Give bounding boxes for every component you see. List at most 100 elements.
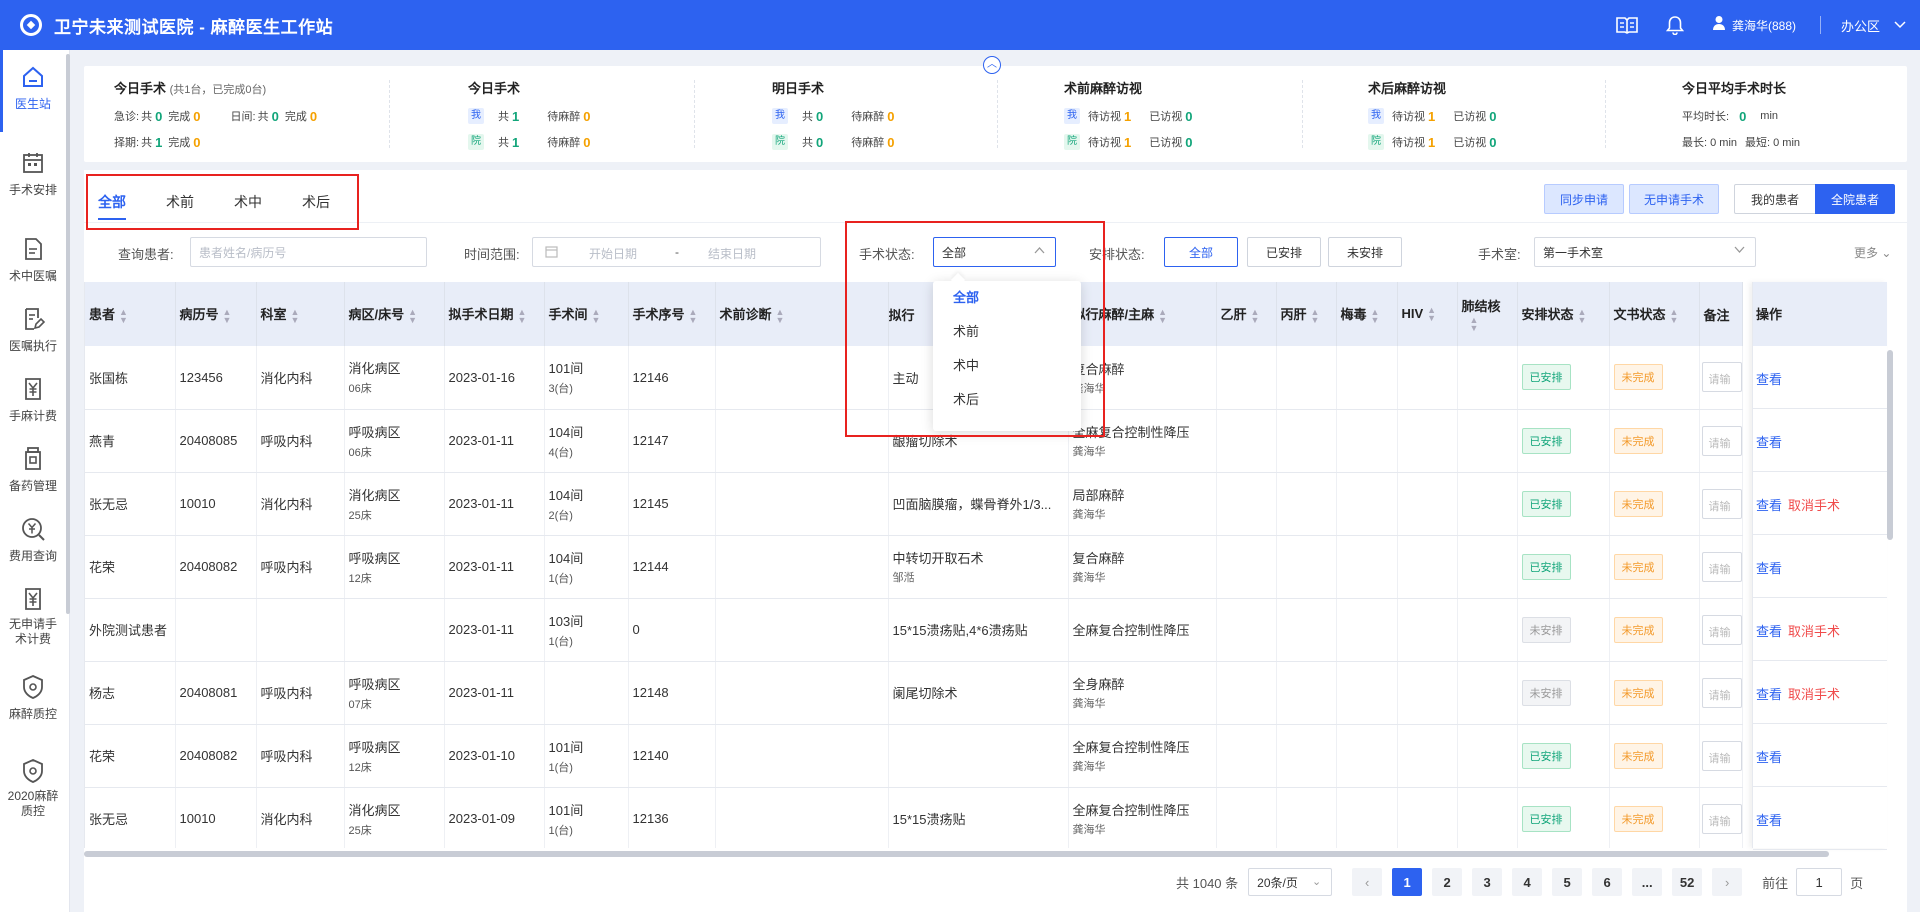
- dropdown-option-preop[interactable]: 术前: [933, 315, 1081, 349]
- remark-input[interactable]: 请输: [1701, 740, 1741, 771]
- cancel-surgery-link[interactable]: 取消手术: [1788, 624, 1840, 639]
- table-row[interactable]: 花荣 20408082 呼吸内科 呼吸病区 12床 2023-01-11 104间 1(台) 1…: [85, 535, 1743, 599]
- surgery-status-select[interactable]: 全部: [933, 237, 1056, 267]
- dropdown-option-intraop[interactable]: 术中: [933, 349, 1081, 383]
- view-link[interactable]: 查看: [1756, 435, 1782, 450]
- col-operation: 操作: [1753, 282, 1887, 346]
- col-hiv[interactable]: HIV ▲ ▼: [1397, 282, 1458, 346]
- start-date-input[interactable]: 开始日期: [589, 245, 637, 262]
- page-button[interactable]: 1: [1392, 868, 1423, 896]
- arrange-all-button[interactable]: 全部: [1164, 237, 1238, 267]
- date-range-picker[interactable]: 开始日期 - 结束日期: [532, 237, 821, 267]
- user-icon: [1712, 15, 1726, 35]
- table-row[interactable]: 杨志 20408081 呼吸内科 呼吸病区 07床 2023-01-11 12148 阑尾切除…: [85, 661, 1743, 725]
- next-page-button[interactable]: ›: [1712, 868, 1743, 896]
- all-patients-button[interactable]: 全院患者: [1815, 184, 1895, 214]
- col-hcv[interactable]: 丙肝 ▲ ▼: [1276, 282, 1337, 346]
- patient-search-input[interactable]: 患者姓名/病历号: [190, 237, 427, 267]
- sidebar-item-order-execution[interactable]: 医嘱执行: [0, 306, 66, 354]
- table-row[interactable]: 张无忌 10010 消化内科 消化病区 25床 2023-01-09 101间 1(台) 121…: [85, 787, 1743, 848]
- sidebar-item-doctor-station[interactable]: 医生站: [0, 64, 66, 112]
- table-row[interactable]: 燕青 20408085 呼吸内科 呼吸病区 06床 2023-01-11 104间 4(台) 1…: [85, 409, 1743, 473]
- user-menu[interactable]: 龚海华(888): [1712, 15, 1796, 35]
- sidebar-item-cost-query[interactable]: 费用查询: [0, 516, 66, 564]
- sidebar-item-no-apply-billing[interactable]: 无申请手术计费: [0, 586, 66, 647]
- remark-input[interactable]: 请输: [1701, 551, 1741, 582]
- cancel-surgery-link[interactable]: 取消手术: [1788, 687, 1840, 702]
- page-button[interactable]: 3: [1472, 868, 1503, 896]
- page-button[interactable]: 2: [1432, 868, 1463, 896]
- sidebar-item-anesthesia-billing[interactable]: 手麻计费: [0, 376, 66, 424]
- table-row[interactable]: 花荣 20408082 呼吸内科 呼吸病区 12床 2023-01-10 101间 1(台) 1…: [85, 724, 1743, 788]
- sync-apply-button[interactable]: 同步申请: [1544, 184, 1624, 214]
- operating-room-select[interactable]: 第一手术室: [1534, 237, 1756, 267]
- col-planned-date[interactable]: 拟手术日期 ▲ ▼: [444, 282, 545, 346]
- collapse-stats-button[interactable]: ︿: [983, 56, 1001, 74]
- bell-icon[interactable]: [1665, 15, 1684, 35]
- col-patient[interactable]: 患者 ▲ ▼: [85, 282, 176, 346]
- col-anesthesia[interactable]: 拟行麻醉/主麻 ▲ ▼: [1068, 282, 1217, 346]
- col-seq[interactable]: 手术序号 ▲ ▼: [628, 282, 716, 346]
- my-patients-button[interactable]: 我的患者: [1734, 184, 1816, 214]
- col-remark[interactable]: 备注: [1699, 282, 1743, 346]
- remark-input[interactable]: 请输: [1701, 803, 1741, 834]
- sidebar-scrollbar[interactable]: [66, 54, 70, 614]
- no-apply-surgery-button[interactable]: 无申请手术: [1629, 184, 1719, 214]
- view-link[interactable]: 查看: [1756, 813, 1782, 828]
- col-hbv[interactable]: 乙肝 ▲ ▼: [1216, 282, 1277, 346]
- view-link[interactable]: 查看: [1756, 561, 1782, 576]
- tab-intraop[interactable]: 术中: [234, 192, 262, 220]
- view-link[interactable]: 查看: [1756, 624, 1782, 639]
- col-tb[interactable]: 肺结核 ▲ ▼: [1457, 282, 1518, 346]
- col-doc-status[interactable]: 文书状态 ▲ ▼: [1609, 282, 1700, 346]
- table-row[interactable]: 张无忌 10010 消化内科 消化病区 25床 2023-01-11 104间 2(台) 121…: [85, 472, 1743, 536]
- tab-postop[interactable]: 术后: [302, 192, 330, 220]
- cancel-surgery-link[interactable]: 取消手术: [1788, 498, 1840, 513]
- dropdown-option-all[interactable]: 全部: [933, 281, 1081, 315]
- col-record-no[interactable]: 病历号 ▲ ▼: [175, 282, 257, 346]
- col-syphilis[interactable]: 梅毒 ▲ ▼: [1336, 282, 1398, 346]
- view-link[interactable]: 查看: [1756, 687, 1782, 702]
- remark-input[interactable]: 请输: [1701, 425, 1741, 456]
- page-button[interactable]: 4: [1512, 868, 1543, 896]
- sort-icon: ▲ ▼: [1577, 306, 1587, 325]
- tab-preop[interactable]: 术前: [166, 192, 194, 220]
- table-horizontal-scrollbar[interactable]: [84, 851, 1829, 857]
- sidebar-item-anesthesia-qc[interactable]: 麻醉质控: [0, 674, 66, 722]
- page-size-select[interactable]: 20条/页 ⌄: [1248, 868, 1333, 896]
- page-button[interactable]: 6: [1592, 868, 1623, 896]
- end-date-input[interactable]: 结束日期: [708, 245, 756, 262]
- col-room[interactable]: 手术间 ▲ ▼: [544, 282, 629, 346]
- remark-input[interactable]: 请输: [1701, 362, 1741, 393]
- page-button[interactable]: 52: [1672, 868, 1703, 896]
- sidebar-item-intraop-orders[interactable]: 术中医嘱: [0, 236, 66, 284]
- chevron-down-icon[interactable]: [1894, 21, 1906, 29]
- table-row[interactable]: 外院测试患者 2023-01-11 103间 1(台) 0 15*15溃疡贴,4*6溃疡贴…: [85, 598, 1743, 662]
- view-link[interactable]: 查看: [1756, 372, 1782, 387]
- office-selector[interactable]: 办公区: [1841, 16, 1880, 35]
- col-ward-bed[interactable]: 病区/床号 ▲ ▼: [344, 282, 445, 346]
- page-ellipsis[interactable]: ...: [1632, 868, 1663, 896]
- goto-page-input[interactable]: 1: [1796, 868, 1843, 896]
- col-dept[interactable]: 科室 ▲ ▼: [256, 282, 345, 346]
- sidebar-item-surgery-arrangement[interactable]: 手术安排: [0, 150, 66, 198]
- sidebar-item-drug-prep[interactable]: 备药管理: [0, 446, 66, 494]
- view-link[interactable]: 查看: [1756, 498, 1782, 513]
- arrange-unarranged-button[interactable]: 未安排: [1328, 237, 1402, 267]
- remark-input[interactable]: 请输: [1701, 677, 1741, 708]
- book-icon[interactable]: [1616, 16, 1638, 34]
- view-link[interactable]: 查看: [1756, 750, 1782, 765]
- remark-input[interactable]: 请输: [1701, 488, 1741, 519]
- col-arrange-status[interactable]: 安排状态 ▲ ▼: [1517, 282, 1610, 346]
- dropdown-option-postop[interactable]: 术后: [933, 383, 1081, 417]
- table-row[interactable]: 张国栋 123456 消化内科 消化病区 06床 2023-01-16 101间 3(台) 12…: [85, 346, 1743, 410]
- prev-page-button[interactable]: ‹: [1352, 868, 1383, 896]
- remark-input[interactable]: 请输: [1701, 614, 1741, 645]
- arrange-arranged-button[interactable]: 已安排: [1247, 237, 1321, 267]
- tab-all[interactable]: 全部: [98, 192, 126, 220]
- sidebar-item-2020-anesthesia-qc[interactable]: 2020麻醉质控: [0, 758, 66, 819]
- more-filters-toggle[interactable]: 更多 ⌄: [1854, 244, 1891, 261]
- col-diagnosis[interactable]: 术前诊断 ▲ ▼: [715, 282, 889, 346]
- table-vertical-scrollbar[interactable]: [1887, 350, 1893, 540]
- page-button[interactable]: 5: [1552, 868, 1583, 896]
